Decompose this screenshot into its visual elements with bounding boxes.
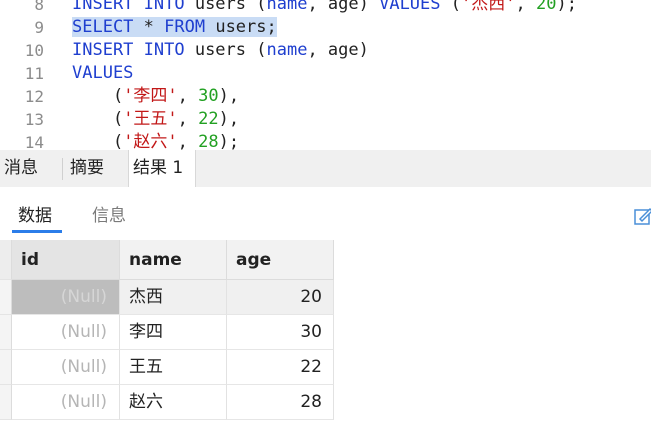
code-token: ( bbox=[440, 0, 461, 14]
cell-id[interactable]: (Null) bbox=[12, 385, 120, 420]
code-token: ), bbox=[218, 86, 240, 106]
line-number: 13 bbox=[24, 110, 44, 129]
code-token: 30 bbox=[198, 86, 219, 106]
code-token: users ( bbox=[184, 0, 267, 14]
code-token: 20 bbox=[535, 0, 557, 14]
code-text[interactable]: ('李四', 30), bbox=[72, 85, 239, 108]
line-number: 8 bbox=[34, 0, 44, 14]
code-token: , bbox=[177, 132, 199, 150]
code-token: , age) bbox=[307, 40, 369, 60]
code-token: ( bbox=[72, 132, 124, 150]
code-text[interactable]: VALUES bbox=[72, 62, 133, 85]
code-line[interactable]: 10 INSERT INTO users (name, age) bbox=[0, 39, 651, 62]
cell-name[interactable]: 李四 bbox=[120, 315, 227, 350]
cell-age[interactable]: 30 bbox=[227, 315, 334, 350]
code-token: ( bbox=[72, 109, 124, 129]
code-token: ), bbox=[218, 109, 240, 129]
code-token: ); bbox=[218, 132, 240, 150]
grid-corner bbox=[0, 240, 12, 280]
code-text[interactable]: INSERT INTO users (name, age) bbox=[72, 39, 369, 62]
code-token: , bbox=[515, 0, 536, 14]
code-line[interactable]: 9 SELECT * FROM users; bbox=[0, 16, 651, 39]
tab-messages[interactable]: 消息 bbox=[0, 150, 60, 187]
cell-id[interactable]: (Null) bbox=[12, 350, 120, 385]
code-text[interactable]: SELECT * FROM users; bbox=[72, 16, 277, 39]
cell-id[interactable]: (Null) bbox=[12, 315, 120, 350]
code-token: SELECT bbox=[72, 17, 134, 37]
cell-name[interactable]: 赵六 bbox=[120, 385, 227, 420]
edit-pencil-icon[interactable] bbox=[633, 205, 651, 227]
column-header-name[interactable]: name bbox=[120, 240, 227, 280]
code-token: name bbox=[266, 40, 308, 60]
code-token: '李四' bbox=[123, 86, 178, 106]
code-token: INSERT INTO bbox=[72, 40, 185, 60]
tab-result-1[interactable]: 结果 1 bbox=[128, 150, 196, 187]
code-text[interactable]: INSERT INTO users (name, age) VALUES ('杰… bbox=[72, 0, 577, 16]
code-token: , age) bbox=[307, 0, 380, 14]
tab-summary[interactable]: 摘要 bbox=[66, 150, 126, 187]
code-token: 28 bbox=[198, 132, 219, 150]
code-token: VALUES bbox=[379, 0, 441, 14]
code-line[interactable]: 11 VALUES bbox=[0, 62, 651, 85]
tab-separator bbox=[62, 158, 63, 180]
code-token: 22 bbox=[198, 109, 219, 129]
code-token: ( bbox=[72, 86, 124, 106]
line-number: 11 bbox=[24, 64, 44, 83]
row-header[interactable] bbox=[0, 280, 12, 315]
result-grid: id name age (Null) 杰西 20 (Null) 李四 30 (N… bbox=[0, 240, 651, 446]
code-line[interactable]: 12 ('李四', 30), bbox=[0, 85, 651, 108]
result-sub-tab-bar: 数据 信息 bbox=[0, 187, 651, 239]
code-token: '杰西' bbox=[461, 0, 516, 14]
code-token: INSERT INTO bbox=[72, 0, 185, 14]
cell-id[interactable]: (Null) bbox=[12, 280, 120, 315]
subtab-info[interactable]: 信息 bbox=[92, 205, 126, 227]
cell-age[interactable]: 28 bbox=[227, 385, 334, 420]
active-tab-indicator bbox=[12, 230, 62, 233]
code-token: * bbox=[133, 17, 165, 37]
code-token: , bbox=[177, 109, 199, 129]
cell-age[interactable]: 20 bbox=[227, 280, 334, 315]
row-header[interactable] bbox=[0, 385, 12, 420]
code-token: '王五' bbox=[123, 109, 178, 129]
column-header-age[interactable]: age bbox=[227, 240, 334, 280]
code-token: , bbox=[177, 86, 199, 106]
cell-age[interactable]: 22 bbox=[227, 350, 334, 385]
code-text[interactable]: ('赵六', 28); bbox=[72, 131, 239, 150]
result-tab-bar: 消息 摘要 结果 1 bbox=[0, 150, 651, 187]
code-text[interactable]: ('王五', 22), bbox=[72, 108, 239, 131]
code-token: users; bbox=[205, 17, 277, 37]
line-number: 14 bbox=[24, 133, 44, 150]
line-number: 12 bbox=[24, 87, 44, 106]
code-line[interactable]: 13 ('王五', 22), bbox=[0, 108, 651, 131]
code-token: VALUES bbox=[72, 63, 134, 83]
cell-name[interactable]: 杰西 bbox=[120, 280, 227, 315]
code-token: users ( bbox=[184, 40, 267, 60]
column-header-id[interactable]: id bbox=[12, 240, 120, 280]
code-token: FROM bbox=[164, 17, 206, 37]
row-header[interactable] bbox=[0, 315, 12, 350]
code-token: '赵六' bbox=[123, 132, 178, 150]
cell-name[interactable]: 王五 bbox=[120, 350, 227, 385]
subtab-data[interactable]: 数据 bbox=[18, 205, 52, 227]
code-line[interactable]: 8 INSERT INTO users (name, age) VALUES ('… bbox=[0, 0, 651, 16]
line-number: 10 bbox=[24, 41, 44, 60]
row-header[interactable] bbox=[0, 350, 12, 385]
code-token: name bbox=[266, 0, 308, 14]
line-number: 9 bbox=[34, 18, 44, 37]
code-line[interactable]: 14 ('赵六', 28); bbox=[0, 131, 651, 150]
sql-editor[interactable]: 8 INSERT INTO users (name, age) VALUES ('… bbox=[0, 0, 651, 150]
code-token: ); bbox=[556, 0, 577, 14]
